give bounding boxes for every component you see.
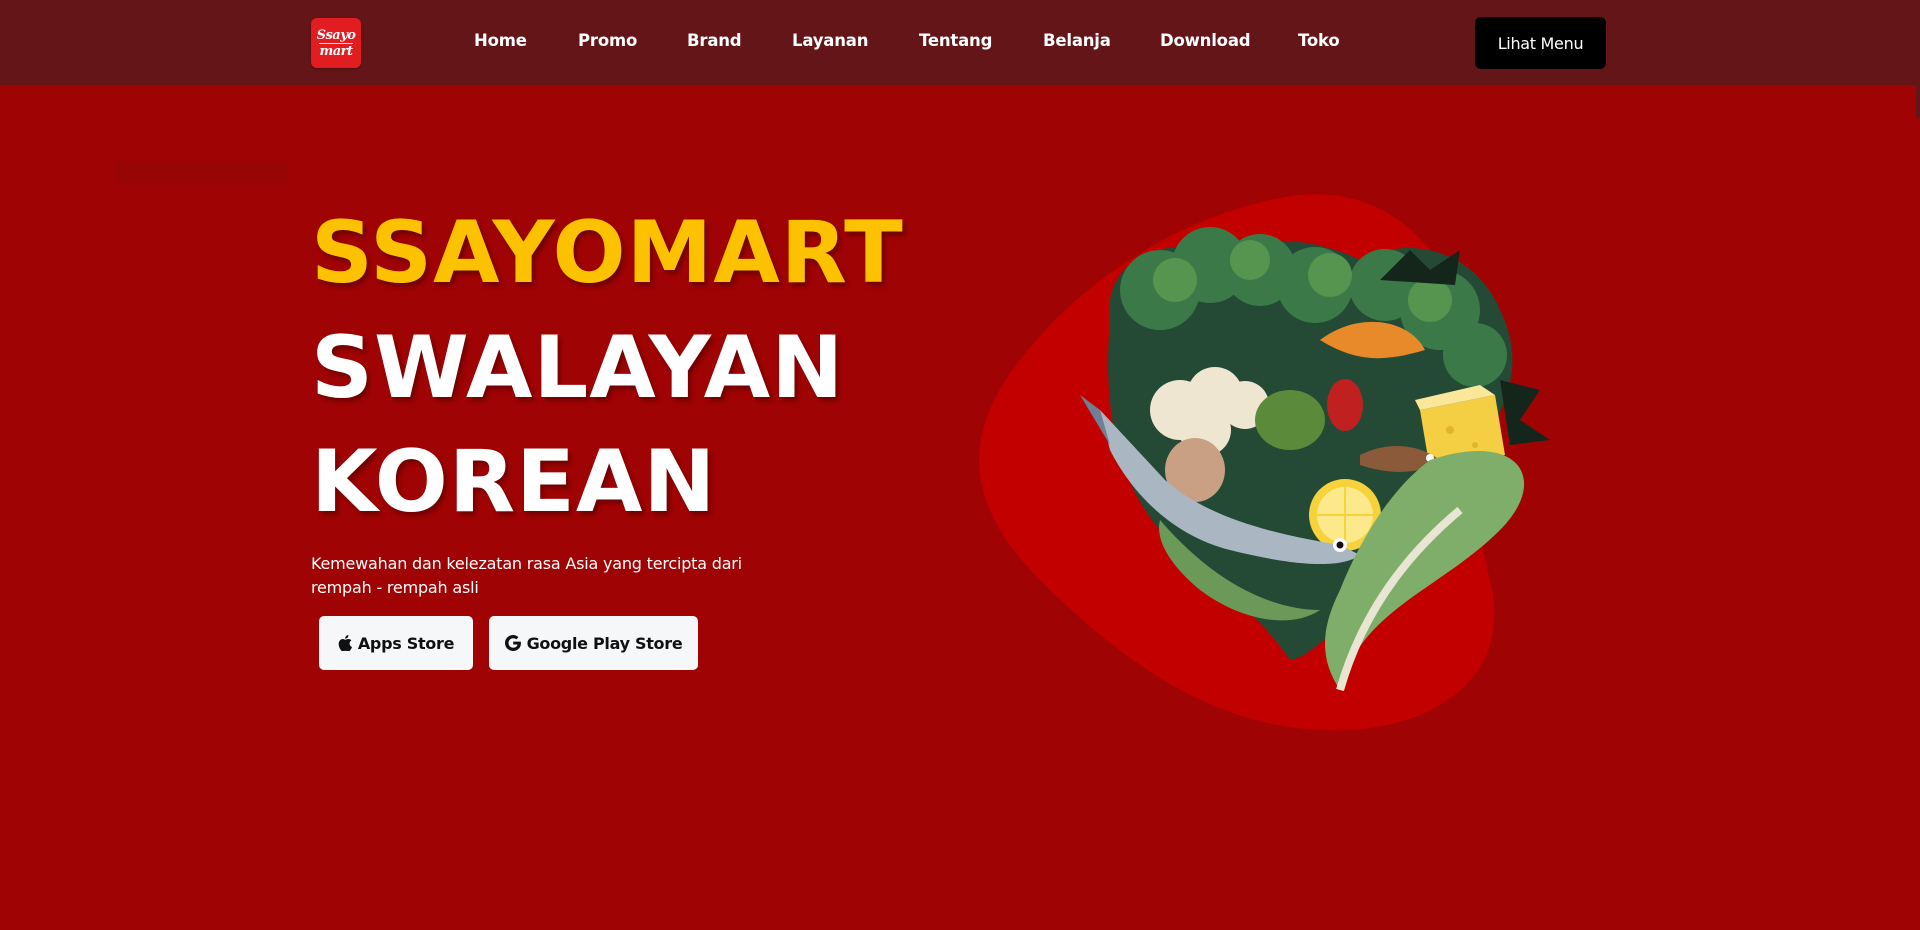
hero-title-ssayomart: SSAYOMART <box>311 203 904 303</box>
google-play-store-label: Google Play Store <box>526 633 683 653</box>
nav-link-layanan[interactable]: Layanan <box>792 31 868 50</box>
nav-link-promo[interactable]: Promo <box>578 31 637 50</box>
nav-link-home[interactable]: Home <box>474 31 527 50</box>
hero-title-swalayan: SWALAYAN <box>311 318 845 418</box>
hero-illustration <box>979 194 1550 731</box>
apple-icon <box>338 635 352 651</box>
apps-store-label: Apps Store <box>357 633 455 653</box>
google-icon <box>504 635 521 651</box>
nav-link-download[interactable]: Download <box>1160 31 1251 50</box>
navbar: Ssayo mart Home Promo Brand Layanan Tent… <box>0 0 1920 85</box>
lihat-menu-button[interactable]: Lihat Menu <box>1475 17 1606 69</box>
hero-description: Kemewahan dan kelezatan rasa Asia yang t… <box>311 554 742 597</box>
nav-menu: Home Promo Brand Layanan Tentang Belanja… <box>0 0 1920 85</box>
nav-link-tentang[interactable]: Tentang <box>919 31 992 50</box>
faint-placeholder-bar <box>116 161 288 183</box>
apps-store-button[interactable]: Apps Store <box>319 616 473 670</box>
nav-link-toko[interactable]: Toko <box>1298 31 1340 50</box>
nav-link-brand[interactable]: Brand <box>687 31 742 50</box>
scrollbar-accent <box>1916 0 1920 118</box>
hero-title-korean: KOREAN <box>311 432 717 532</box>
nav-link-belanja[interactable]: Belanja <box>1043 31 1111 50</box>
google-play-store-button[interactable]: Google Play Store <box>489 616 698 670</box>
